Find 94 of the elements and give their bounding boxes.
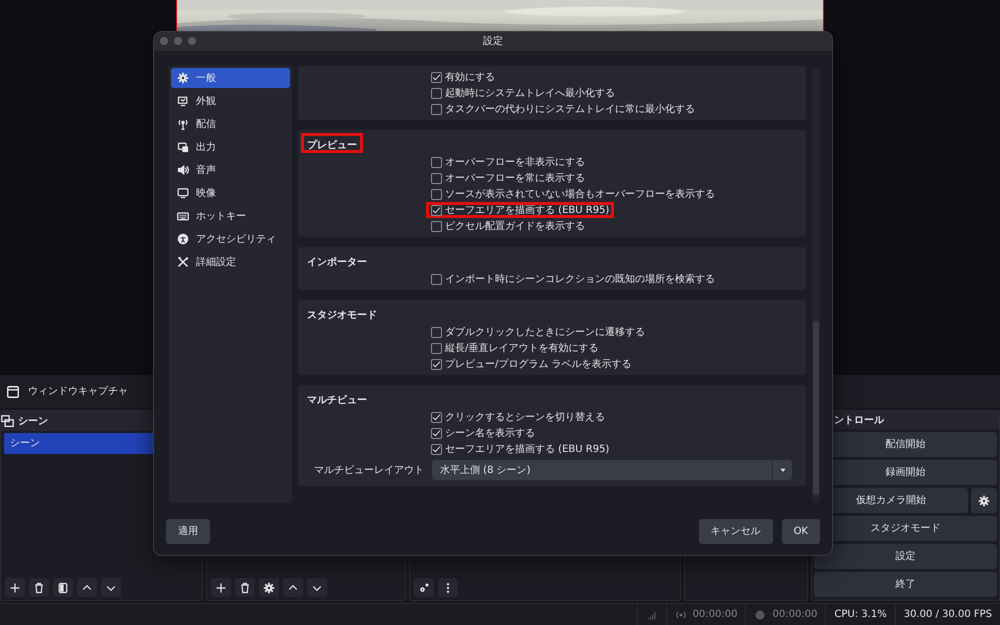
checkbox-label: インポート時にシーンコレクションの既知の場所を検索する: [445, 272, 715, 286]
move-up-button[interactable]: [283, 578, 303, 597]
control-button[interactable]: 設定: [814, 544, 997, 569]
checkbox[interactable]: [431, 156, 442, 168]
checkbox[interactable]: [431, 220, 442, 232]
cpu-usage: CPU: 3.1%: [834, 608, 887, 622]
move-up-button[interactable]: [77, 578, 97, 597]
group-title: インポーター: [306, 256, 368, 270]
menu-button[interactable]: [438, 578, 458, 597]
checkbox-label: プレビュー/プログラム ラベルを表示する: [445, 358, 632, 372]
checkbox-label: ピクセル配置ガイドを表示する: [445, 220, 585, 234]
display-icon: [177, 187, 189, 199]
check-icon: [432, 72, 441, 82]
checkbox-label: セーフエリアを描画する (EBU R95): [445, 442, 610, 456]
settings-button[interactable]: [971, 488, 997, 513]
settings-icon: [418, 582, 430, 594]
stream-time: 00:00:00: [692, 608, 738, 622]
remove-icon: [33, 582, 45, 594]
fps-readout: 30.00 / 30.00 FPS: [904, 608, 992, 622]
sidebar-item[interactable]: アクセシビリティ: [171, 229, 290, 249]
settings-button[interactable]: [259, 578, 279, 597]
checkbox[interactable]: [431, 72, 442, 82]
checkbox-label: 縦長/垂直レイアウトを有効にする: [445, 342, 598, 356]
sidebar-item[interactable]: 一般: [171, 68, 290, 88]
remove-button[interactable]: [235, 578, 255, 597]
remove-icon: [239, 582, 251, 594]
checkbox[interactable]: [431, 188, 442, 200]
ok-button[interactable]: OK: [782, 518, 820, 544]
checkbox-label: タスクバーの代わりにシステムトレイに常に最小化する: [445, 102, 695, 116]
check-icon: [432, 206, 441, 214]
sidebar-item[interactable]: 映像: [171, 183, 290, 203]
add-button[interactable]: [5, 578, 25, 597]
antenna-icon: [177, 118, 189, 130]
dialog-title: 設定: [483, 34, 503, 49]
checkbox-label: オーバーフローを常に表示する: [445, 172, 585, 186]
sidebar-item[interactable]: 出力: [171, 137, 290, 157]
checkbox[interactable]: [431, 172, 442, 184]
add-button[interactable]: [211, 578, 231, 597]
output-icon: [177, 141, 189, 153]
checkbox[interactable]: [431, 326, 442, 338]
filter-icon: [57, 582, 69, 594]
checkbox-label: 有効にする: [445, 70, 495, 84]
monitor-icon: [177, 95, 189, 107]
move-down-button[interactable]: [307, 578, 327, 597]
add-icon: [215, 582, 227, 594]
keyboard-icon: [177, 210, 189, 222]
checkbox[interactable]: [431, 88, 442, 98]
sidebar-item[interactable]: 外観: [171, 91, 290, 111]
control-button[interactable]: 終了: [814, 572, 997, 597]
sidebar-item[interactable]: 詳細設定: [171, 252, 290, 272]
settings-icon: [978, 494, 990, 506]
dropdown[interactable]: 水平上側 (8 シーン): [432, 460, 792, 480]
checkbox-label: ダブルクリックしたときにシーンに遷移する: [445, 326, 645, 340]
checkbox-label: ソースが表示されていない場合もオーバーフローを表示する: [445, 188, 715, 202]
checkbox-label: 起動時にシステムトレイへ最小化する: [445, 86, 615, 100]
gear-icon: [177, 72, 189, 84]
checkbox-label: セーフエリアを描画する (EBU R95): [445, 204, 610, 218]
filter-button[interactable]: [53, 578, 73, 597]
remove-button[interactable]: [29, 578, 49, 597]
apply-button[interactable]: 適用: [166, 518, 210, 544]
speaker-icon: [177, 164, 189, 176]
checkbox[interactable]: [431, 444, 442, 454]
checkbox[interactable]: [431, 104, 442, 114]
checkbox[interactable]: [431, 204, 442, 216]
checkbox[interactable]: [431, 358, 442, 370]
panel-title: シーン: [18, 414, 48, 428]
group-title: マルチビュー: [306, 394, 368, 408]
record-time: 00:00:00: [772, 608, 818, 622]
sidebar-item[interactable]: 配信: [171, 114, 290, 134]
checkbox-label: シーン名を表示する: [445, 426, 535, 440]
record-icon: [754, 608, 766, 620]
panel-title: ントロール: [834, 414, 884, 428]
group-title: スタジオモード: [306, 309, 378, 323]
scrollbar-thumb[interactable]: [813, 321, 819, 495]
checkbox-label: クリックするとシーンを切り替える: [445, 410, 605, 424]
group-title: プレビュー: [301, 133, 363, 153]
field-label: マルチビューレイアウト: [313, 464, 424, 478]
move-down-button[interactable]: [101, 578, 121, 597]
cancel-button[interactable]: キャンセル: [698, 518, 773, 544]
settings-icon: [263, 582, 275, 594]
sidebar-item[interactable]: 音声: [171, 160, 290, 180]
checkbox-label: オーバーフローを非表示にする: [445, 156, 585, 170]
checkbox[interactable]: [431, 428, 442, 438]
checkbox[interactable]: [431, 412, 442, 422]
checkbox[interactable]: [431, 274, 442, 284]
add-icon: [9, 582, 21, 594]
accessibility-icon: [177, 233, 189, 245]
check-icon: [432, 360, 441, 368]
sidebar-item[interactable]: ホットキー: [171, 206, 290, 226]
window-icon: [6, 384, 20, 398]
scenes-icon: [1, 414, 14, 428]
settings-button[interactable]: [414, 578, 434, 597]
source-name: ウィンドウキャプチャ: [28, 384, 128, 399]
checkbox[interactable]: [431, 342, 442, 354]
